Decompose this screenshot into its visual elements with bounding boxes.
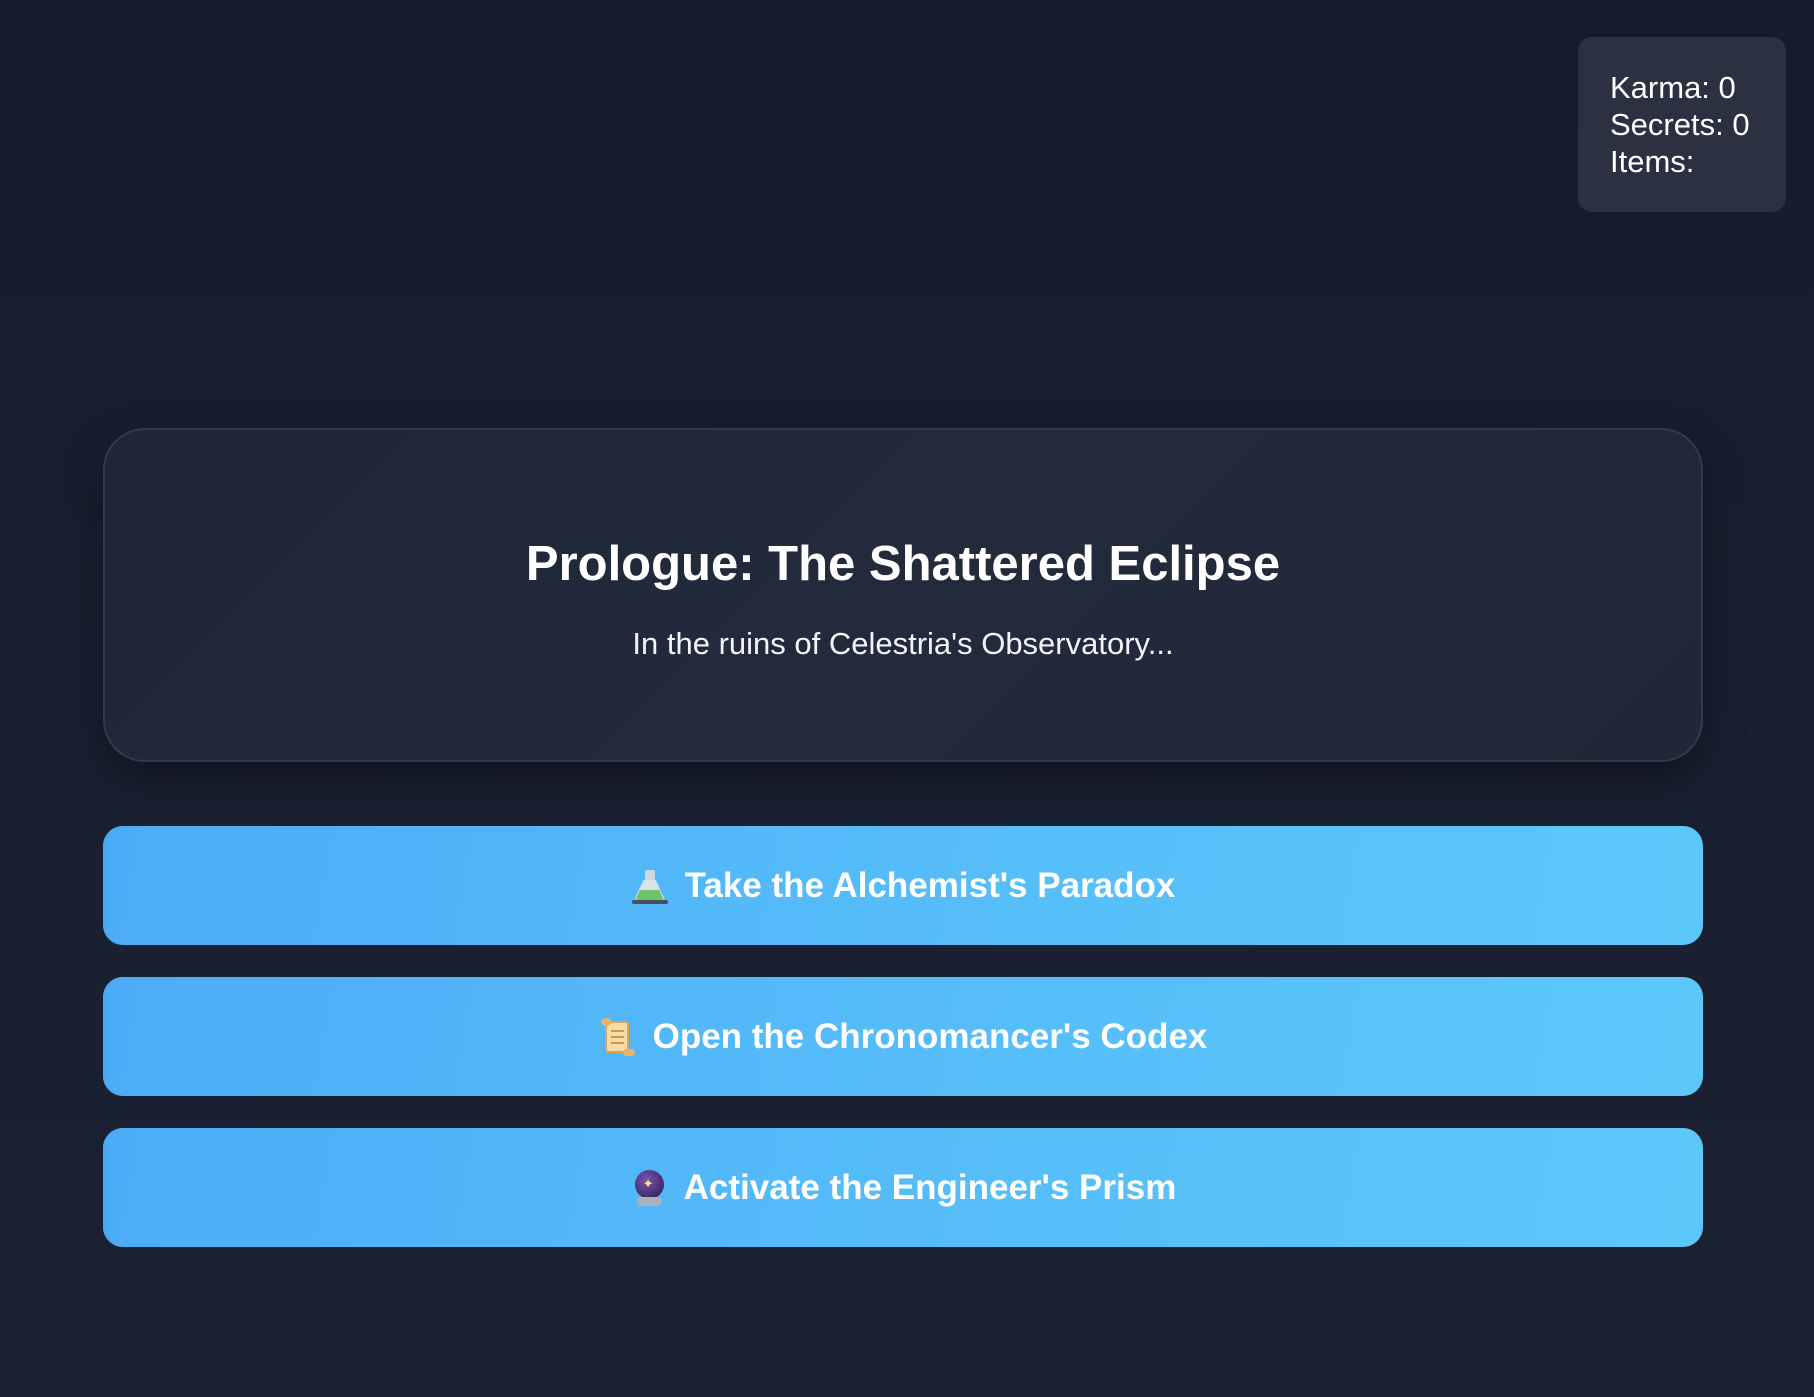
story-title: Prologue: The Shattered Eclipse	[525, 537, 1281, 591]
scroll-icon	[599, 1017, 637, 1056]
secrets-stat: Secrets: 0	[1610, 107, 1750, 142]
story-card: Prologue: The Shattered Eclipse In the r…	[103, 428, 1703, 762]
choice-alchemists-paradox-button[interactable]: Take the Alchemist's Paradox	[103, 826, 1703, 945]
choice-label: Take the Alchemist's Paradox	[684, 865, 1176, 905]
choice-chronomancers-codex-button[interactable]: Open the Chronomancer's Codex	[103, 977, 1703, 1096]
flask-icon	[631, 867, 669, 905]
karma-stat: Karma: 0	[1610, 70, 1736, 105]
choice-label: Activate the Engineer's Prism	[683, 1167, 1177, 1207]
items-stat: Items:	[1610, 144, 1695, 179]
choice-engineers-prism-button[interactable]: ✦ Activate the Engineer's Prism	[103, 1128, 1703, 1247]
crystal-ball-icon: ✦	[630, 1169, 668, 1207]
story-subtitle: In the ruins of Celestria's Observatory.…	[632, 626, 1174, 661]
stats-panel: Karma: 0 Secrets: 0 Items:	[1578, 37, 1786, 212]
choice-label: Open the Chronomancer's Codex	[652, 1016, 1208, 1056]
